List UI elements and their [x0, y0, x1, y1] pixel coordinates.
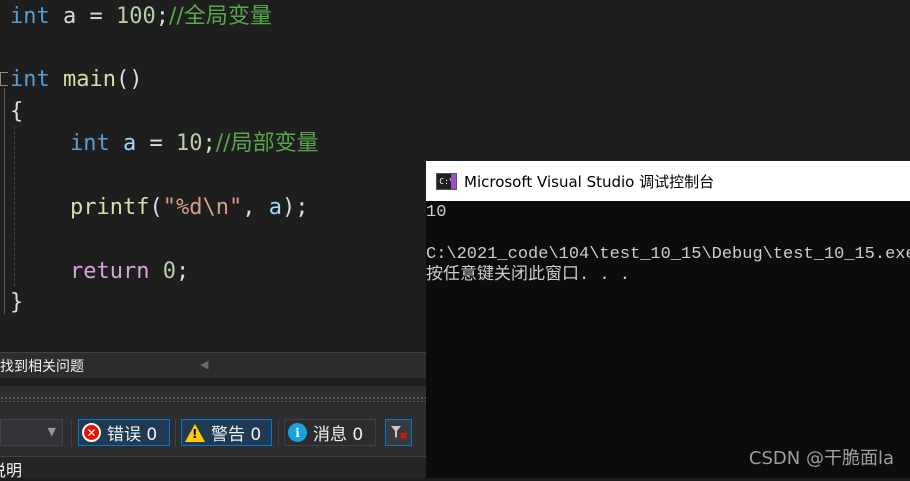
dropdown-arrow-icon: ▼ [47, 425, 56, 438]
errors-label: 错误 0 [107, 425, 158, 445]
code-line-open-brace[interactable]: { [10, 96, 23, 128]
info-icon: i [288, 423, 307, 442]
operator: = [149, 131, 163, 156]
panel-grip[interactable] [0, 396, 426, 402]
error-icon: ✕ [82, 423, 101, 442]
number-literal: 10 [176, 131, 203, 156]
number-literal: 0 [162, 259, 176, 284]
comment: //局部变量 [215, 131, 319, 156]
warnings-filter-button[interactable]: ! 警告 0 [181, 419, 272, 446]
open-brace: { [10, 99, 24, 124]
number-literal: 100 [116, 4, 156, 29]
warnings-label: 警告 0 [211, 425, 262, 445]
code-line-printf[interactable]: printf("%d\n", a); [70, 192, 308, 224]
function-name: printf [70, 195, 150, 220]
fold-guide [4, 88, 5, 314]
error-list-toolbar: ▼ ✕ 错误 0 ! 警告 0 i 消息 0 [0, 386, 426, 456]
status-text: 未找到相关问题 [0, 359, 84, 375]
close-paren: ); [281, 195, 309, 220]
editor-status-bar: 未找到相关问题 ◀ [0, 352, 426, 378]
console-title: Microsoft Visual Studio 调试控制台 [464, 172, 715, 191]
toolbar-separator [71, 419, 72, 446]
operator: = [89, 4, 103, 29]
filter-funnel-icon [391, 426, 407, 439]
console-line: 10 [426, 203, 447, 222]
comma: , [242, 195, 269, 220]
code-line-close-brace[interactable]: } [10, 287, 23, 319]
debug-console-window[interactable]: C:\ Microsoft Visual Studio 调试控制台 10 C:\… [426, 161, 910, 478]
function-name: main [63, 67, 116, 92]
comment: //全局变量 [169, 4, 272, 29]
collapse-icon[interactable] [0, 72, 8, 86]
warning-icon: ! [185, 423, 205, 442]
code-line-return[interactable]: return 0; [70, 256, 189, 288]
code-line-main[interactable]: int main() [10, 64, 142, 96]
code-line-global-var[interactable]: int a = 100;//全局变量 [10, 1, 272, 33]
keyword: return [70, 259, 150, 284]
indent-guide [14, 126, 15, 286]
filter-funnel-button[interactable] [385, 419, 412, 446]
semicolon: ; [155, 4, 169, 29]
code-line-local-var[interactable]: int a = 10;//局部变量 [70, 128, 319, 160]
panel-divider [0, 378, 426, 386]
keyword: int [10, 4, 50, 29]
console-line: 按任意键关闭此窗口. . . [426, 266, 631, 285]
keyword: int [10, 67, 50, 92]
watermark: CSDN @干脆面la [748, 448, 894, 469]
error-list-header: 说明 [0, 456, 426, 481]
console-line: C:\2021_code\104\test_10_15\Debug\test_1… [426, 245, 910, 264]
console-app-icon: C:\ [436, 172, 457, 190]
open-paren: ( [149, 195, 163, 220]
close-brace: } [10, 290, 24, 315]
parens: () [115, 67, 143, 92]
scroll-left-icon[interactable]: ◀ [200, 358, 208, 371]
toolbar-separator [175, 419, 176, 446]
keyword: int [70, 131, 110, 156]
toolbar-separator [278, 419, 279, 446]
identifier: a [63, 4, 77, 29]
semicolon: ; [175, 259, 190, 284]
console-icon-text: C:\ [439, 176, 454, 186]
column-header-description[interactable]: 说明 [0, 457, 22, 481]
identifier: a [123, 131, 137, 156]
errors-filter-button[interactable]: ✕ 错误 0 [78, 419, 170, 446]
messages-label: 消息 0 [313, 425, 364, 445]
console-titlebar[interactable]: C:\ Microsoft Visual Studio 调试控制台 [426, 161, 910, 201]
console-output[interactable]: 10 C:\2021_code\104\test_10_15\Debug\tes… [426, 201, 910, 286]
identifier: a [268, 195, 282, 220]
scope-dropdown[interactable]: ▼ [0, 419, 63, 446]
messages-filter-button[interactable]: i 消息 0 [284, 419, 376, 446]
semicolon: ; [202, 131, 216, 156]
string-literal: "%d\n" [162, 195, 243, 220]
